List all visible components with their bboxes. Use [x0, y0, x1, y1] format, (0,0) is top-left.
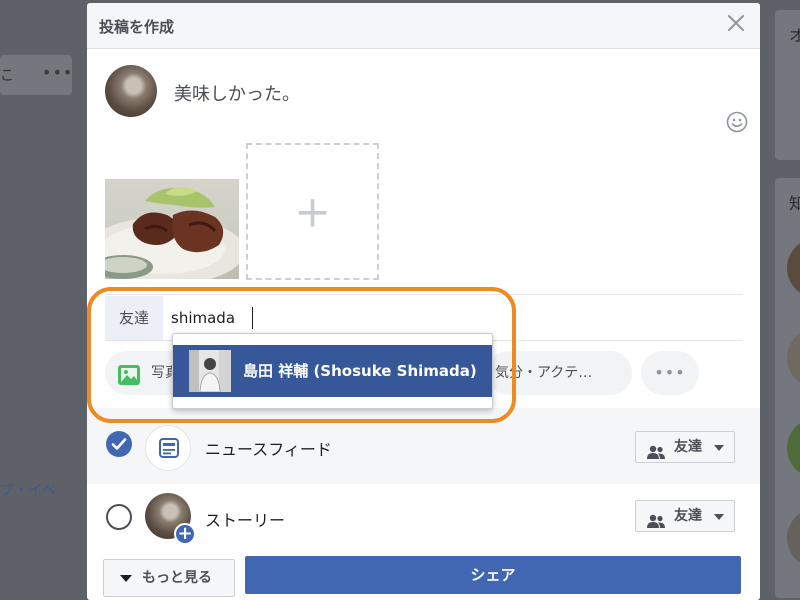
- see-more-label: もっと見る: [142, 570, 212, 586]
- friend-suggestion-item[interactable]: 島田 祥輔 (Shosuke Shimada): [173, 345, 492, 397]
- suggestion-avatar: [189, 350, 231, 392]
- smiley-icon[interactable]: [726, 111, 748, 133]
- more-dots-icon: •••: [654, 363, 686, 382]
- news-feed-checkbox[interactable]: [106, 431, 132, 457]
- share-button[interactable]: シェア: [245, 556, 741, 594]
- add-photo-button[interactable]: +: [246, 143, 379, 280]
- more-options-button[interactable]: •••: [641, 351, 699, 395]
- plus-icon: +: [174, 523, 196, 545]
- background-more-icon: •••: [42, 63, 74, 82]
- background-thumbnail: [787, 238, 800, 298]
- background-thumbnail: [787, 508, 800, 568]
- background-thumbnail: [787, 418, 800, 478]
- text-caret: [252, 307, 253, 329]
- story-radio[interactable]: [106, 504, 132, 530]
- dialog-header: 投稿を作成: [87, 3, 760, 49]
- background-link: プ・イベ: [0, 483, 56, 499]
- friends-icon: [646, 440, 666, 459]
- background-right-heading: オ: [789, 26, 800, 45]
- suggestion-name: 島田 祥輔 (Shosuke Shimada): [243, 362, 477, 380]
- feeling-activity-button[interactable]: 気分・アクテ…: [487, 351, 632, 395]
- photo-icon: [117, 361, 141, 385]
- friends-icon: [646, 509, 666, 528]
- create-post-dialog: 投稿を作成 美味しかった。 + 友達 shimada 写真 気分・アクテ… ••…: [87, 3, 760, 600]
- story-audience-button[interactable]: 友達: [635, 500, 735, 532]
- dialog-title: 投稿を作成: [99, 18, 175, 36]
- background-feed-row: こ •••: [0, 55, 72, 95]
- news-feed-icon: [158, 437, 180, 459]
- see-more-button[interactable]: もっと見る: [103, 559, 235, 597]
- background-right-panel: オ: [775, 10, 800, 160]
- news-feed-audience-label: 友達: [674, 439, 702, 455]
- user-avatar: [105, 65, 157, 117]
- chevron-down-icon: [714, 514, 724, 520]
- background-thumbnail: [787, 328, 800, 388]
- chevron-down-icon: [714, 445, 724, 451]
- news-feed-icon-container: [145, 425, 191, 471]
- plus-icon: +: [294, 186, 331, 237]
- post-text-input[interactable]: 美味しかった。: [174, 80, 300, 106]
- friend-suggestion-dropdown: 島田 祥輔 (Shosuke Shimada): [172, 333, 493, 409]
- triangle-down-icon: [120, 575, 132, 582]
- news-feed-label: ニュースフィード: [205, 440, 332, 459]
- feeling-activity-label: 気分・アクテ…: [495, 365, 593, 381]
- close-icon[interactable]: [726, 13, 746, 33]
- story-label: ストーリー: [205, 511, 286, 530]
- background-right-heading-2: 知: [789, 194, 800, 213]
- story-audience-label: 友達: [674, 508, 702, 524]
- attached-photo[interactable]: [105, 179, 239, 279]
- background-text: こ: [0, 68, 14, 84]
- background-right-panel-2: 知: [775, 178, 800, 598]
- tag-friends-label: 友達: [105, 296, 163, 340]
- news-feed-audience-button[interactable]: 友達: [635, 431, 735, 463]
- divider: [105, 294, 743, 295]
